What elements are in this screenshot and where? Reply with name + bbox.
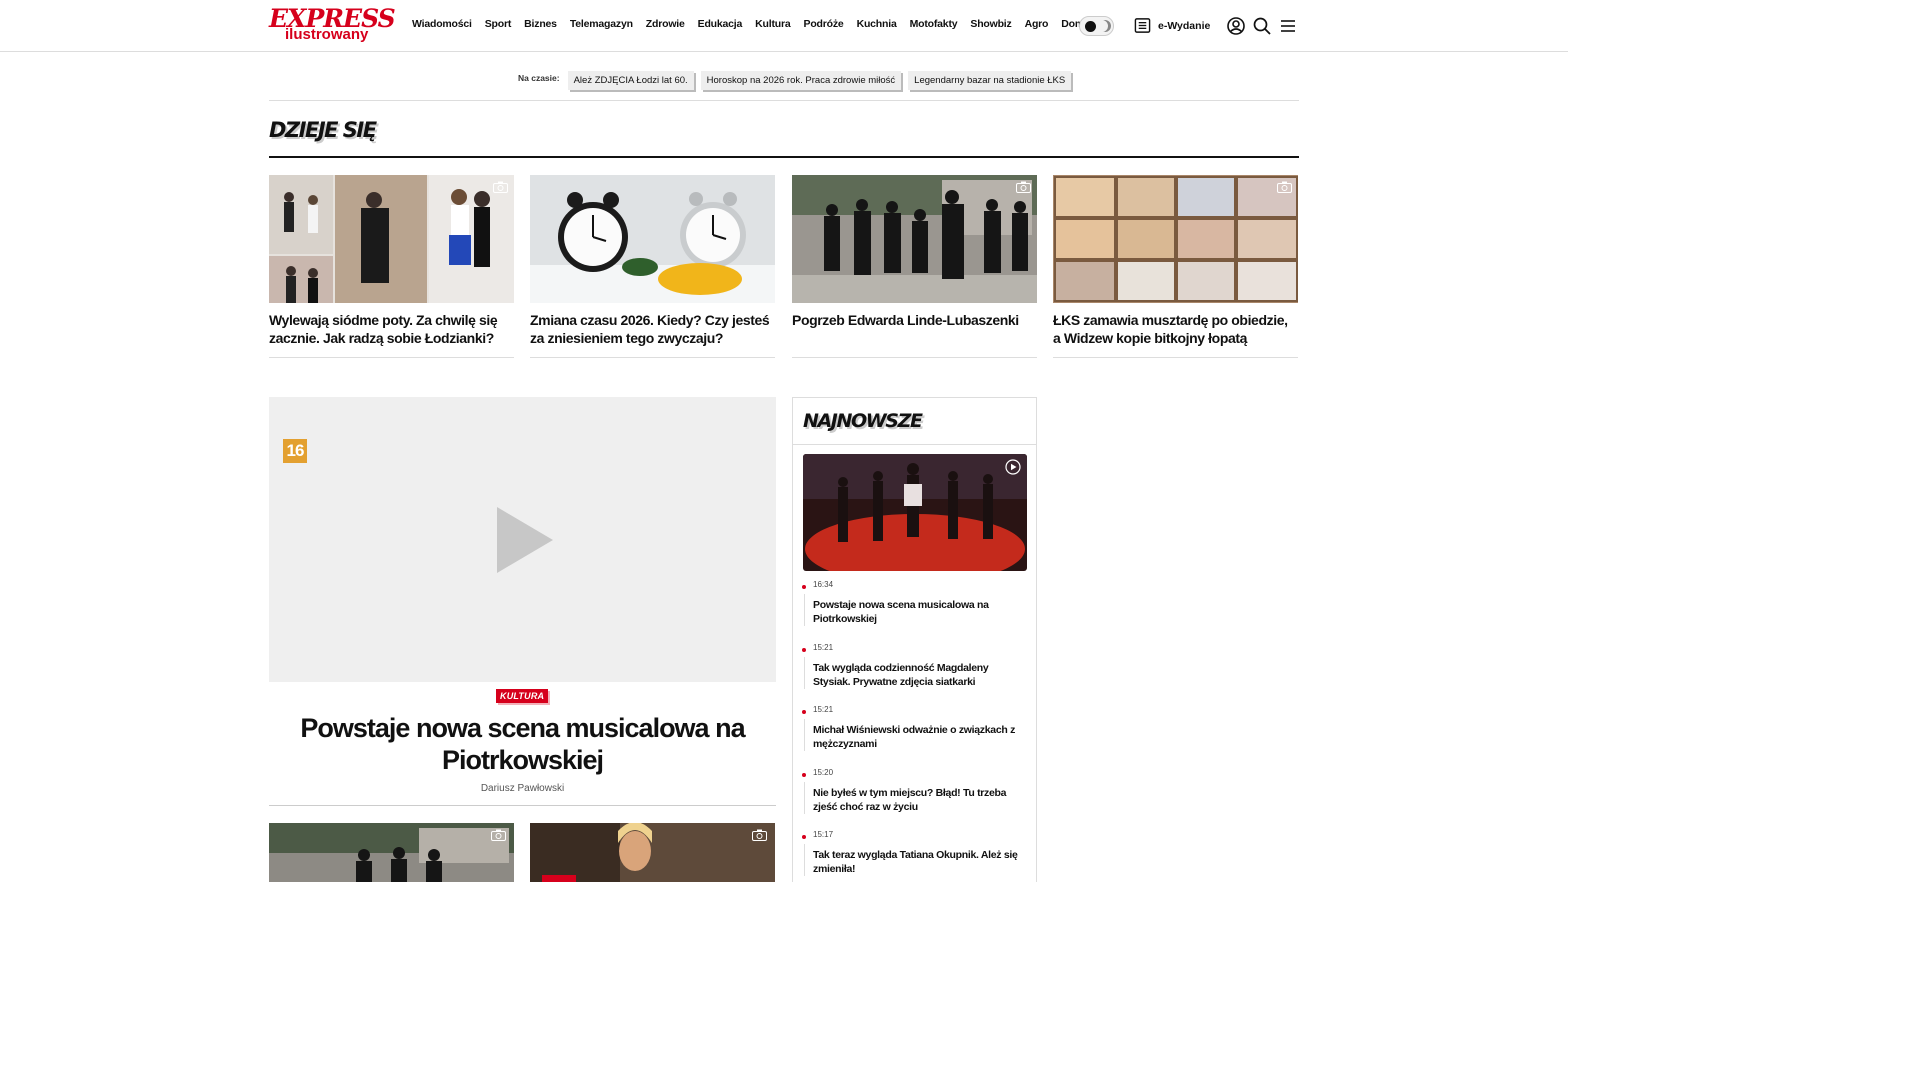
trending-bar: Na czasie: Ależ ZDJĘCIA Łodzi lat 60. Ho… [518, 71, 1078, 90]
nav-item-edukacja[interactable]: Edukacja [698, 18, 743, 30]
main-nav: Wiadomości Sport Biznes Telemagazyn Zdro… [412, 18, 1097, 30]
bullet-dot [802, 648, 806, 652]
nav-item-showbiz[interactable]: Showbiz [970, 18, 1011, 30]
nav-item-agro[interactable]: Agro [1025, 18, 1049, 30]
logo-ilustrowany: ilustrowany [285, 26, 369, 43]
camera-icon [1016, 181, 1031, 193]
trending-chip[interactable]: Ależ ZDJĘCIA Łodzi lat 60. [567, 71, 694, 90]
search-icon[interactable] [1252, 16, 1272, 36]
video-player[interactable]: 16 [269, 397, 776, 682]
hamburger-menu-icon[interactable] [1278, 16, 1298, 36]
nav-item-sport[interactable]: Sport [485, 18, 512, 30]
news-title[interactable]: Powstaje nowa scena musicalowa na Piotrk… [813, 598, 1027, 626]
timeline-line [804, 844, 805, 876]
article-image-clocks [530, 175, 775, 303]
article-thumbnail[interactable] [530, 823, 775, 882]
article-image-jars [1053, 175, 1298, 303]
divider [269, 805, 776, 806]
news-time: 15:21 [813, 643, 834, 652]
article-image-dancers [269, 175, 514, 303]
nav-item-wiadomosci[interactable]: Wiadomości [412, 18, 472, 30]
moon-icon [1099, 20, 1111, 32]
section-divider [269, 156, 1299, 158]
trending-label: Na czasie: [518, 72, 560, 83]
divider [269, 100, 1299, 101]
ewydanie-link[interactable]: e-Wydanie [1134, 17, 1210, 34]
news-time: 15:17 [813, 830, 834, 839]
nav-item-motofakty[interactable]: Motofakty [910, 18, 958, 30]
article-card[interactable]: Zmiana czasu 2026. Kiedy? Czy jesteś za … [530, 175, 775, 358]
article-card[interactable]: Pogrzeb Edwarda Linde-Lubaszenki [792, 175, 1037, 358]
trending-chip[interactable]: Horoskop na 2026 rok. Praca zdrowie miło… [700, 71, 902, 90]
timeline-line [804, 782, 805, 814]
newspaper-icon [1134, 18, 1151, 33]
news-title[interactable]: Tak teraz wygląda Tatiana Okupnik. Ależ … [813, 848, 1027, 876]
article-thumbnail[interactable] [269, 823, 514, 882]
article-title[interactable]: Pogrzeb Edwarda Linde-Lubaszenki [792, 311, 1037, 329]
ewydanie-label: e-Wydanie [1158, 19, 1211, 32]
section-title-dzieje-sie: DZIEJE SIĘ [269, 118, 377, 142]
featured-author[interactable]: Dariusz Pawłowski [269, 783, 776, 794]
section-title-najnowsze: NAJNOWSZE [803, 410, 923, 432]
article-image-funeral [792, 175, 1037, 303]
news-title[interactable]: Tak wygląda codzienność Magdaleny Stysia… [813, 661, 1027, 689]
camera-icon [491, 829, 506, 841]
nav-item-kuchnia[interactable]: Kuchnia [857, 18, 897, 30]
bullet-dot [802, 835, 806, 839]
timeline-line [804, 719, 805, 751]
featured-title[interactable]: Powstaje nowa scena musicalowa na Piotrk… [269, 712, 776, 776]
article-title[interactable]: ŁKS zamawia musztardę po obiedzie, a Wid… [1053, 311, 1298, 347]
video-play-icon [1005, 459, 1021, 475]
latest-news-panel: NAJNOWSZE 16:34 Powstaje nowa scena musi… [792, 397, 1037, 882]
latest-news-image[interactable] [803, 454, 1027, 571]
bullet-dot [802, 585, 806, 589]
site-header: EXPRESS ilustrowany Wiadomości Sport Biz… [0, 0, 1568, 52]
news-title[interactable]: Nie byłeś w tym miejscu? Błąd! Tu trzeba… [813, 786, 1027, 814]
article-card[interactable]: Wylewają siódme poty. Za chwilę się zacz… [269, 175, 514, 358]
news-title[interactable]: Michał Wiśniewski odważnie o związkach z… [813, 723, 1027, 751]
article-title[interactable]: Zmiana czasu 2026. Kiedy? Czy jesteś za … [530, 311, 775, 347]
camera-icon [752, 829, 767, 841]
nav-item-biznes[interactable]: Biznes [524, 18, 557, 30]
camera-icon [493, 181, 508, 193]
nav-item-telemagazyn[interactable]: Telemagazyn [570, 18, 633, 30]
camera-icon [1277, 181, 1292, 193]
news-time: 16:34 [813, 580, 834, 589]
timeline-line [804, 657, 805, 689]
divider [793, 444, 1036, 445]
news-time: 15:20 [813, 768, 834, 777]
user-icon[interactable] [1226, 16, 1246, 36]
nav-item-zdrowie[interactable]: Zdrowie [646, 18, 685, 30]
category-badge[interactable]: KULTURA [496, 689, 549, 703]
article-title[interactable]: Wylewają siódme poty. Za chwilę się zacz… [269, 311, 514, 347]
nav-item-kultura[interactable]: Kultura [755, 18, 791, 30]
dark-mode-toggle[interactable] [1079, 16, 1114, 36]
trending-chip[interactable]: Legendarny bazar na stadionie ŁKS [908, 71, 1072, 90]
play-icon[interactable] [497, 507, 553, 573]
bullet-dot [802, 773, 806, 777]
nav-item-podroze[interactable]: Podróże [804, 18, 844, 30]
bullet-dot [802, 710, 806, 714]
site-logo[interactable]: EXPRESS ilustrowany [269, 4, 396, 45]
news-time: 15:21 [813, 705, 834, 714]
toggle-knob [1085, 21, 1096, 32]
timeline-line [804, 594, 805, 626]
age-rating-badge: 16 [283, 439, 307, 463]
article-card[interactable]: ŁKS zamawia musztardę po obiedzie, a Wid… [1053, 175, 1298, 358]
